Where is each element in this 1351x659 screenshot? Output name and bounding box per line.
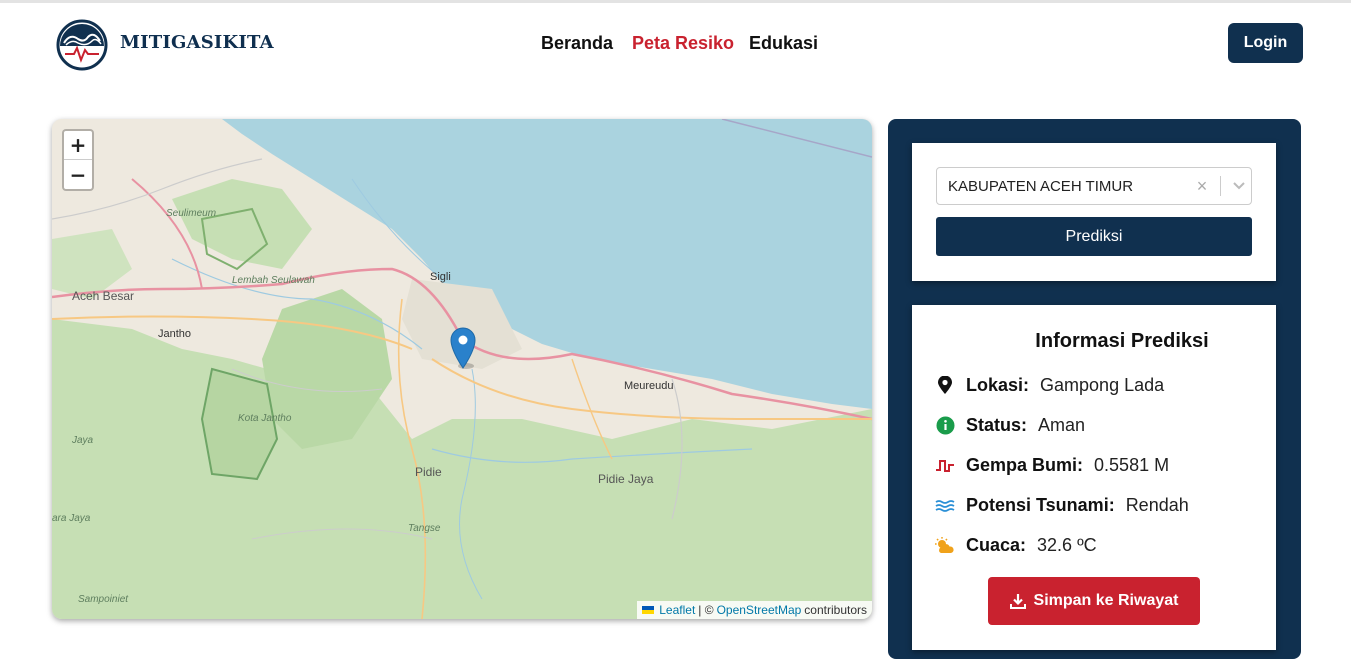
cloud-sun-icon [935, 536, 955, 556]
info-row-location: Lokasi: Gampong Lada [935, 375, 1164, 396]
info-row-weather: Cuaca: 32.6 ºC [935, 535, 1097, 556]
place-sampoiniet: Sampoiniet [78, 594, 129, 605]
nav-beranda[interactable]: Beranda [541, 33, 613, 54]
place-aceh-besar: Aceh Besar [72, 289, 135, 303]
place-pidie-jaya: Pidie Jaya [598, 472, 654, 486]
place-tangse: Tangse [408, 523, 441, 534]
ukraine-flag-icon [642, 606, 655, 614]
nav-edukasi[interactable]: Edukasi [749, 33, 818, 54]
info-row-tsunami: Potensi Tsunami: Rendah [935, 495, 1189, 516]
save-history-button[interactable]: Simpan ke Riwayat [988, 577, 1200, 625]
place-seulimeum: Seulimeum [166, 208, 217, 219]
info-label: Gempa Bumi: [966, 455, 1084, 475]
info-label: Potensi Tsunami: [966, 495, 1115, 515]
attribution-separator: | © [698, 603, 714, 617]
info-title: Informasi Prediksi [1035, 330, 1209, 352]
save-history-label: Simpan ke Riwayat [1033, 592, 1179, 609]
leaflet-link[interactable]: Leaflet [659, 603, 695, 617]
region-select-value: KABUPATEN ACEH TIMUR [948, 177, 1134, 195]
osm-link[interactable]: OpenStreetMap [717, 603, 802, 617]
water-waves-icon [935, 496, 955, 516]
info-value: Gampong Lada [1040, 375, 1165, 395]
region-select-card [912, 143, 1276, 281]
map-attribution: Leaflet | © OpenStreetMap contributors [637, 601, 872, 619]
place-sigli: Sigli [430, 271, 451, 283]
zoom-in-button[interactable]: + [64, 131, 92, 160]
info-value: Aman [1038, 415, 1086, 435]
nav-peta-resiko[interactable]: Peta Resiko [632, 33, 734, 54]
place-meureudu: Meureudu [624, 380, 674, 392]
info-row-earthquake: Gempa Bumi: 0.5581 M [935, 455, 1169, 476]
login-button[interactable]: Login [1228, 23, 1303, 63]
place-pidie: Pidie [415, 465, 442, 479]
predict-button[interactable]: Prediksi [936, 217, 1252, 256]
zoom-out-button[interactable]: − [64, 160, 92, 189]
map-pin-icon[interactable] [450, 327, 476, 369]
place-jaya: Jaya [72, 435, 94, 446]
place-kota-jantho: Kota Jantho [238, 413, 292, 424]
location-pin-icon [935, 376, 955, 396]
info-value: 32.6 ºC [1037, 535, 1097, 555]
info-value: Rendah [1125, 495, 1189, 515]
brand-name[interactable]: MITIGASIKITA [120, 32, 274, 53]
seismic-wave-icon [935, 456, 955, 476]
map-tiles[interactable] [52, 119, 872, 619]
place-lembah-seulawah: Lembah Seulawah [232, 275, 315, 286]
top-border [0, 0, 1351, 3]
attribution-suffix: contributors [804, 603, 867, 617]
place-ara-jaya: ara Jaya [52, 513, 91, 524]
info-label: Status: [966, 415, 1028, 435]
info-label: Lokasi: [966, 375, 1030, 395]
info-row-status: Status: Aman [935, 415, 1085, 436]
clear-icon[interactable]: × [1190, 176, 1214, 197]
place-jantho: Jantho [158, 328, 192, 340]
chevron-down-icon[interactable] [1227, 181, 1251, 191]
download-icon [1009, 594, 1026, 609]
select-separator [1220, 176, 1221, 196]
region-select[interactable]: KABUPATEN ACEH TIMUR × [936, 167, 1252, 205]
zoom-control: + − [62, 129, 94, 191]
info-circle-icon [935, 416, 955, 436]
risk-map[interactable]: Sigli Aceh Besar Jantho Seulimeum Lembah… [52, 119, 872, 619]
tsunami-wave-logo[interactable] [56, 19, 108, 71]
info-value: 0.5581 M [1094, 455, 1170, 475]
info-label: Cuaca: [966, 535, 1027, 555]
